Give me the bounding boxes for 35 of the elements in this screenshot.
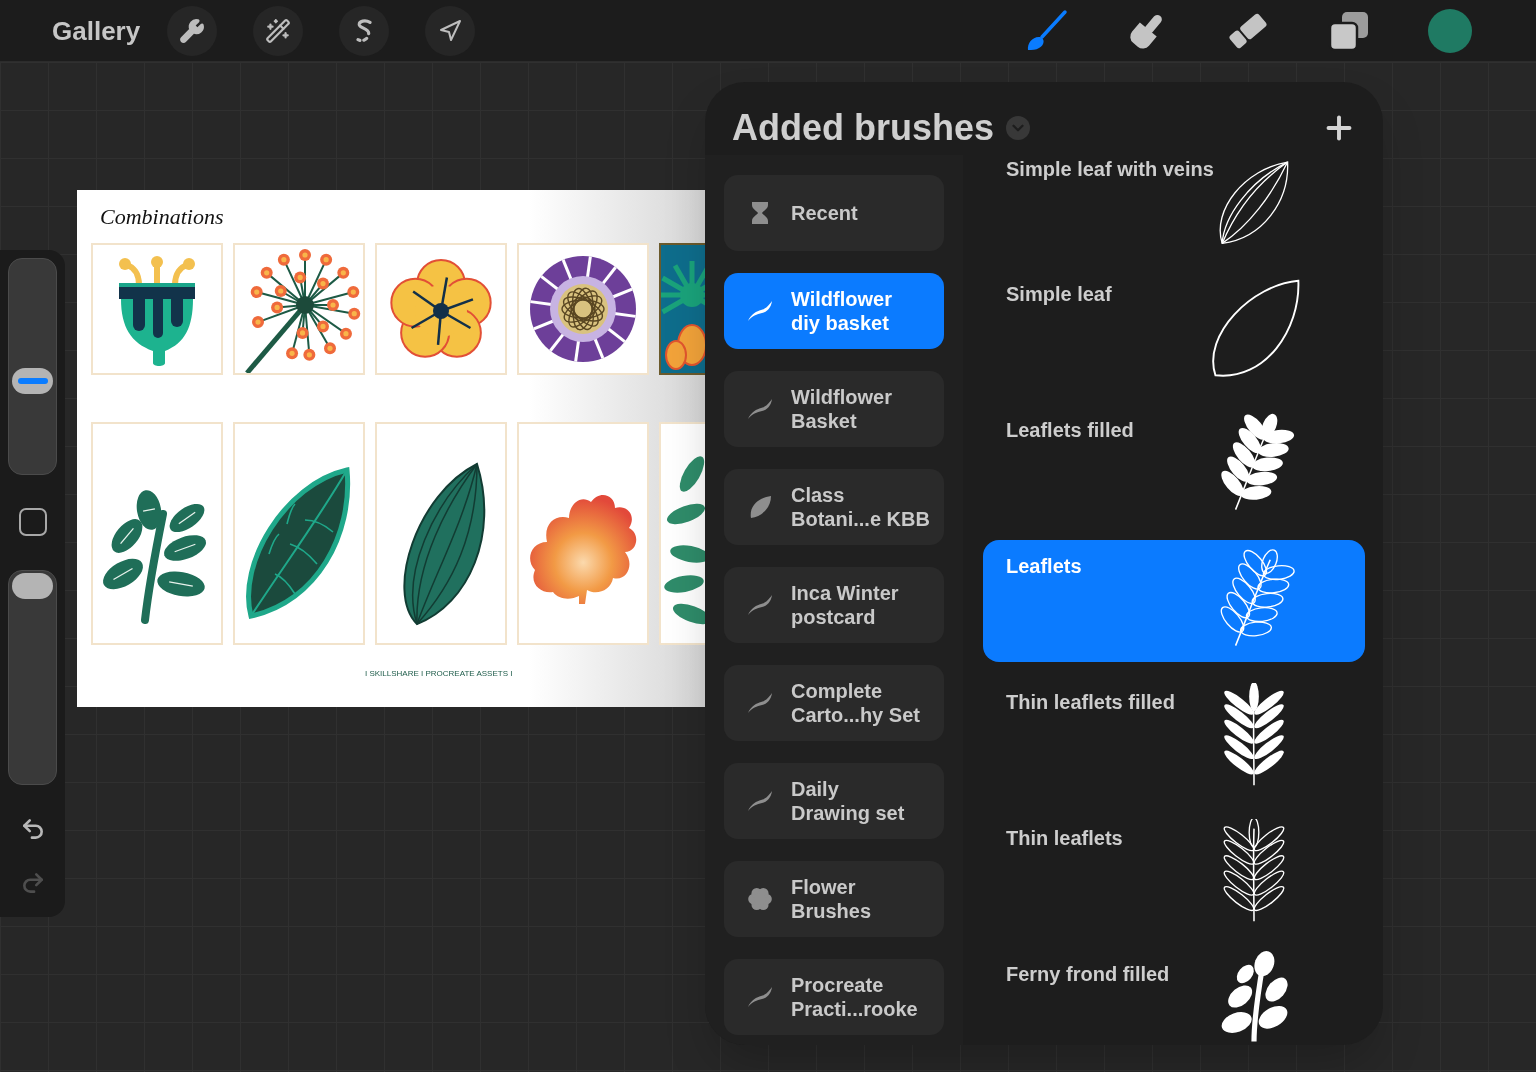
brush-item[interactable]: Simple leaf — [983, 268, 1365, 390]
brush-size-slider[interactable] — [8, 258, 57, 475]
brush-set-item[interactable]: Wildflower diy basket — [724, 273, 944, 349]
document-title: Combinations — [100, 203, 225, 231]
brush-set-item[interactable]: Procreate Practi...rooke — [724, 959, 944, 1035]
flower-icon — [748, 887, 772, 911]
brush-item[interactable]: Leaflets filled — [983, 404, 1365, 526]
brush-item[interactable]: Thin leaflets filled — [983, 676, 1365, 798]
s-curve-icon — [356, 18, 373, 43]
gallery-link[interactable]: Gallery — [52, 14, 141, 47]
brush-set-item[interactable]: Daily Drawing set — [724, 763, 944, 839]
brush-set-item[interactable]: Complete Carto...hy Set — [724, 665, 944, 741]
brush-set-item[interactable]: Wildflower Basket — [724, 371, 944, 447]
brush-item[interactable]: Ferny frond filled — [983, 948, 1365, 1045]
brush-item[interactable]: Leaflets — [983, 540, 1365, 662]
square-icon — [18, 508, 47, 536]
wrench-icon — [179, 17, 206, 44]
leaf-icon — [748, 495, 772, 519]
brush-set-item[interactable]: Class Botani...e KBB — [724, 469, 944, 545]
color-button[interactable] — [1428, 8, 1472, 53]
footer-text: I SKILLSHARE I PROCREATE ASSETS I — [365, 669, 514, 679]
slider-thumb[interactable] — [12, 573, 53, 599]
size-indicator-icon — [17, 377, 48, 384]
brush-set-item[interactable]: Recent — [724, 175, 944, 251]
brush-set-item[interactable]: Inca Winter postcard — [724, 567, 944, 643]
panel-title: Added brushes — [732, 105, 995, 150]
slider-thumb[interactable] — [12, 367, 53, 394]
square-button[interactable] — [17, 507, 48, 537]
brush-set-item[interactable]: Flower Brushes — [724, 861, 944, 937]
opacity-slider[interactable] — [8, 570, 57, 785]
brush-item[interactable]: Thin leaflets — [983, 812, 1365, 934]
hourglass-icon — [750, 201, 770, 225]
arrow-cursor-icon — [438, 18, 463, 43]
magic-wand-icon — [265, 17, 292, 44]
brush-item[interactable]: Simple leaf with veins — [983, 155, 1365, 254]
